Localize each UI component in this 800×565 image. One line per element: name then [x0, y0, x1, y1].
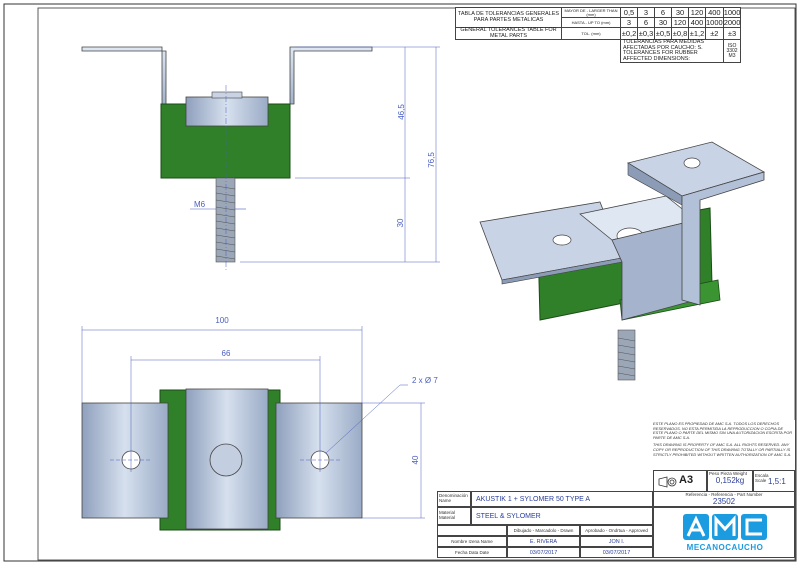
material-value-cell: STEEL & SYLOMER [471, 507, 653, 525]
names-label: Nombre Izena Name [451, 539, 493, 544]
approved-header: Aprobado - Ondrtua - Approved [580, 525, 653, 536]
tol-v-0: ±0,2 [620, 27, 638, 40]
dim-66: 66 [222, 349, 231, 358]
tol-up-4: 400 [688, 17, 706, 28]
dim-76-5: 76,5 [427, 152, 436, 168]
scale-label: Escala Scale [755, 473, 769, 483]
tol-gt-1: 3 [637, 7, 655, 18]
name-value-cell: AKUSTIK 1 + SYLOMER 50 TYPE A [471, 491, 653, 507]
tol-gt-5: 400 [705, 7, 724, 18]
weight-value: 0,152kg [715, 476, 745, 485]
isometric-view [479, 141, 766, 381]
tolerance-table: TABLA DE TOLERANCIAS GENERALES PARA PART… [455, 7, 742, 63]
tol-up-5: 1000 [705, 17, 724, 28]
material-label-cell: Material Material [437, 507, 471, 525]
dim-46-5: 46,5 [397, 104, 406, 120]
scale-value: 1,5:1 [768, 477, 786, 486]
material-label: Material Material [439, 510, 456, 520]
dim-40: 40 [411, 455, 420, 464]
blank-header-cell [437, 525, 507, 536]
drawn-label: Dibujado - Marcadolo - Drawn [513, 528, 574, 533]
approved-label: Aprobado - Ondrtua - Approved [585, 528, 648, 533]
tol-gt-4: 120 [688, 7, 706, 18]
tol-up-6: 2000 [722, 17, 742, 28]
amc-logo-icon [683, 514, 767, 540]
dim-30: 30 [396, 218, 405, 227]
tol-up-0: 3 [620, 17, 638, 28]
tol-up-1: 6 [637, 17, 655, 28]
tol-v-3: ±0,8 [671, 27, 689, 40]
tol-v-4: ±1,2 [688, 27, 706, 40]
tol-title-es: TABLA DE TOLERANCIAS GENERALES PARA PART… [455, 7, 562, 28]
names-label-cell: Nombre Izena Name [437, 536, 507, 547]
iso-bolt [617, 329, 636, 381]
weight-cell: Peso Pieza Weight 0,152kg [707, 470, 753, 492]
tol-v-2: ±0,5 [654, 27, 672, 40]
notice-en: THIS DRAWING IS PROPERTY OF AMC S.A. ALL… [653, 442, 792, 457]
tol-gt-3: 30 [671, 7, 689, 18]
sheet-size: A3 [679, 474, 694, 486]
tol-up-2: 30 [654, 17, 672, 28]
scale-cell: Escala Scale 1,5:1 [753, 470, 795, 492]
rubber-tol-en: TOLERANCES FOR RUBBER AFFECTED DIMENSION… [623, 50, 698, 62]
drawn-by-cell: E. RIVERA [507, 536, 580, 547]
dim-holes: 2 x Ø 7 [412, 376, 438, 385]
logo-cell: MECANOCAUCHO [653, 507, 795, 558]
drawn-by: E. RIVERA [529, 539, 558, 545]
tol-row1-label: MAYOR DE - LARGER THAN (mm) [561, 7, 621, 18]
drawn-date-cell: 03/07/2017 [507, 547, 580, 558]
tol-title-en: GENERAL TOLERANCES TABLE FOR METAL PARTS [455, 27, 562, 40]
dim-m6: M6 [194, 200, 206, 209]
date-label: Fecha Data Date [454, 550, 490, 555]
tol-gt-0: 0,5 [620, 7, 638, 18]
name-label-cell: Denominación Name [437, 491, 471, 507]
approved-date-cell: 03/07/2017 [580, 547, 653, 558]
date-label-cell: Fecha Data Date [437, 547, 507, 558]
tol-up-3: 120 [671, 17, 689, 28]
hole-center [209, 443, 243, 477]
dim-100: 100 [215, 316, 229, 325]
approved-by: JON I. [608, 539, 625, 545]
rubber-tol-std: ISO 3302 M3 [722, 39, 742, 63]
front-view [81, 46, 440, 270]
part-name: AKUSTIK 1 + SYLOMER 50 TYPE A [476, 496, 591, 503]
top-view [81, 326, 425, 531]
notice-es: ESTE PLANO ES PROPIEDAD DE AMC S.A. TODO… [653, 421, 793, 440]
tol-gt-6: 1000 [722, 7, 742, 18]
tol-v-6: ±3 [722, 27, 742, 40]
ref-number: 23502 [712, 497, 736, 506]
tol-v-1: ±0,3 [637, 27, 655, 40]
sheet-size-cell: A3 [653, 470, 707, 492]
tol-v-5: ±2 [705, 27, 724, 40]
tol-row3-label: TOL. (mm) [561, 27, 621, 40]
approved-by-cell: JON I. [580, 536, 653, 547]
tol-row2-label: HASTA - UP TO (mm) [561, 17, 621, 28]
material-value: STEEL & SYLOMER [476, 513, 541, 520]
ref-cell: Referencia - Referencia - Part Number 23… [653, 491, 795, 507]
title-block: A3 Peso Pieza Weight 0,152kg Escala Scal… [437, 470, 795, 558]
approved-date: 03/07/2017 [602, 550, 631, 556]
logo-subtitle: MECANOCAUCHO [686, 543, 764, 552]
drawn-date: 03/07/2017 [529, 550, 558, 556]
tol-gt-2: 6 [654, 7, 672, 18]
name-label: Denominación Name [439, 493, 468, 503]
drawn-header: Dibujado - Marcadolo - Drawn [507, 525, 580, 536]
projection-symbol-icon [658, 476, 677, 488]
